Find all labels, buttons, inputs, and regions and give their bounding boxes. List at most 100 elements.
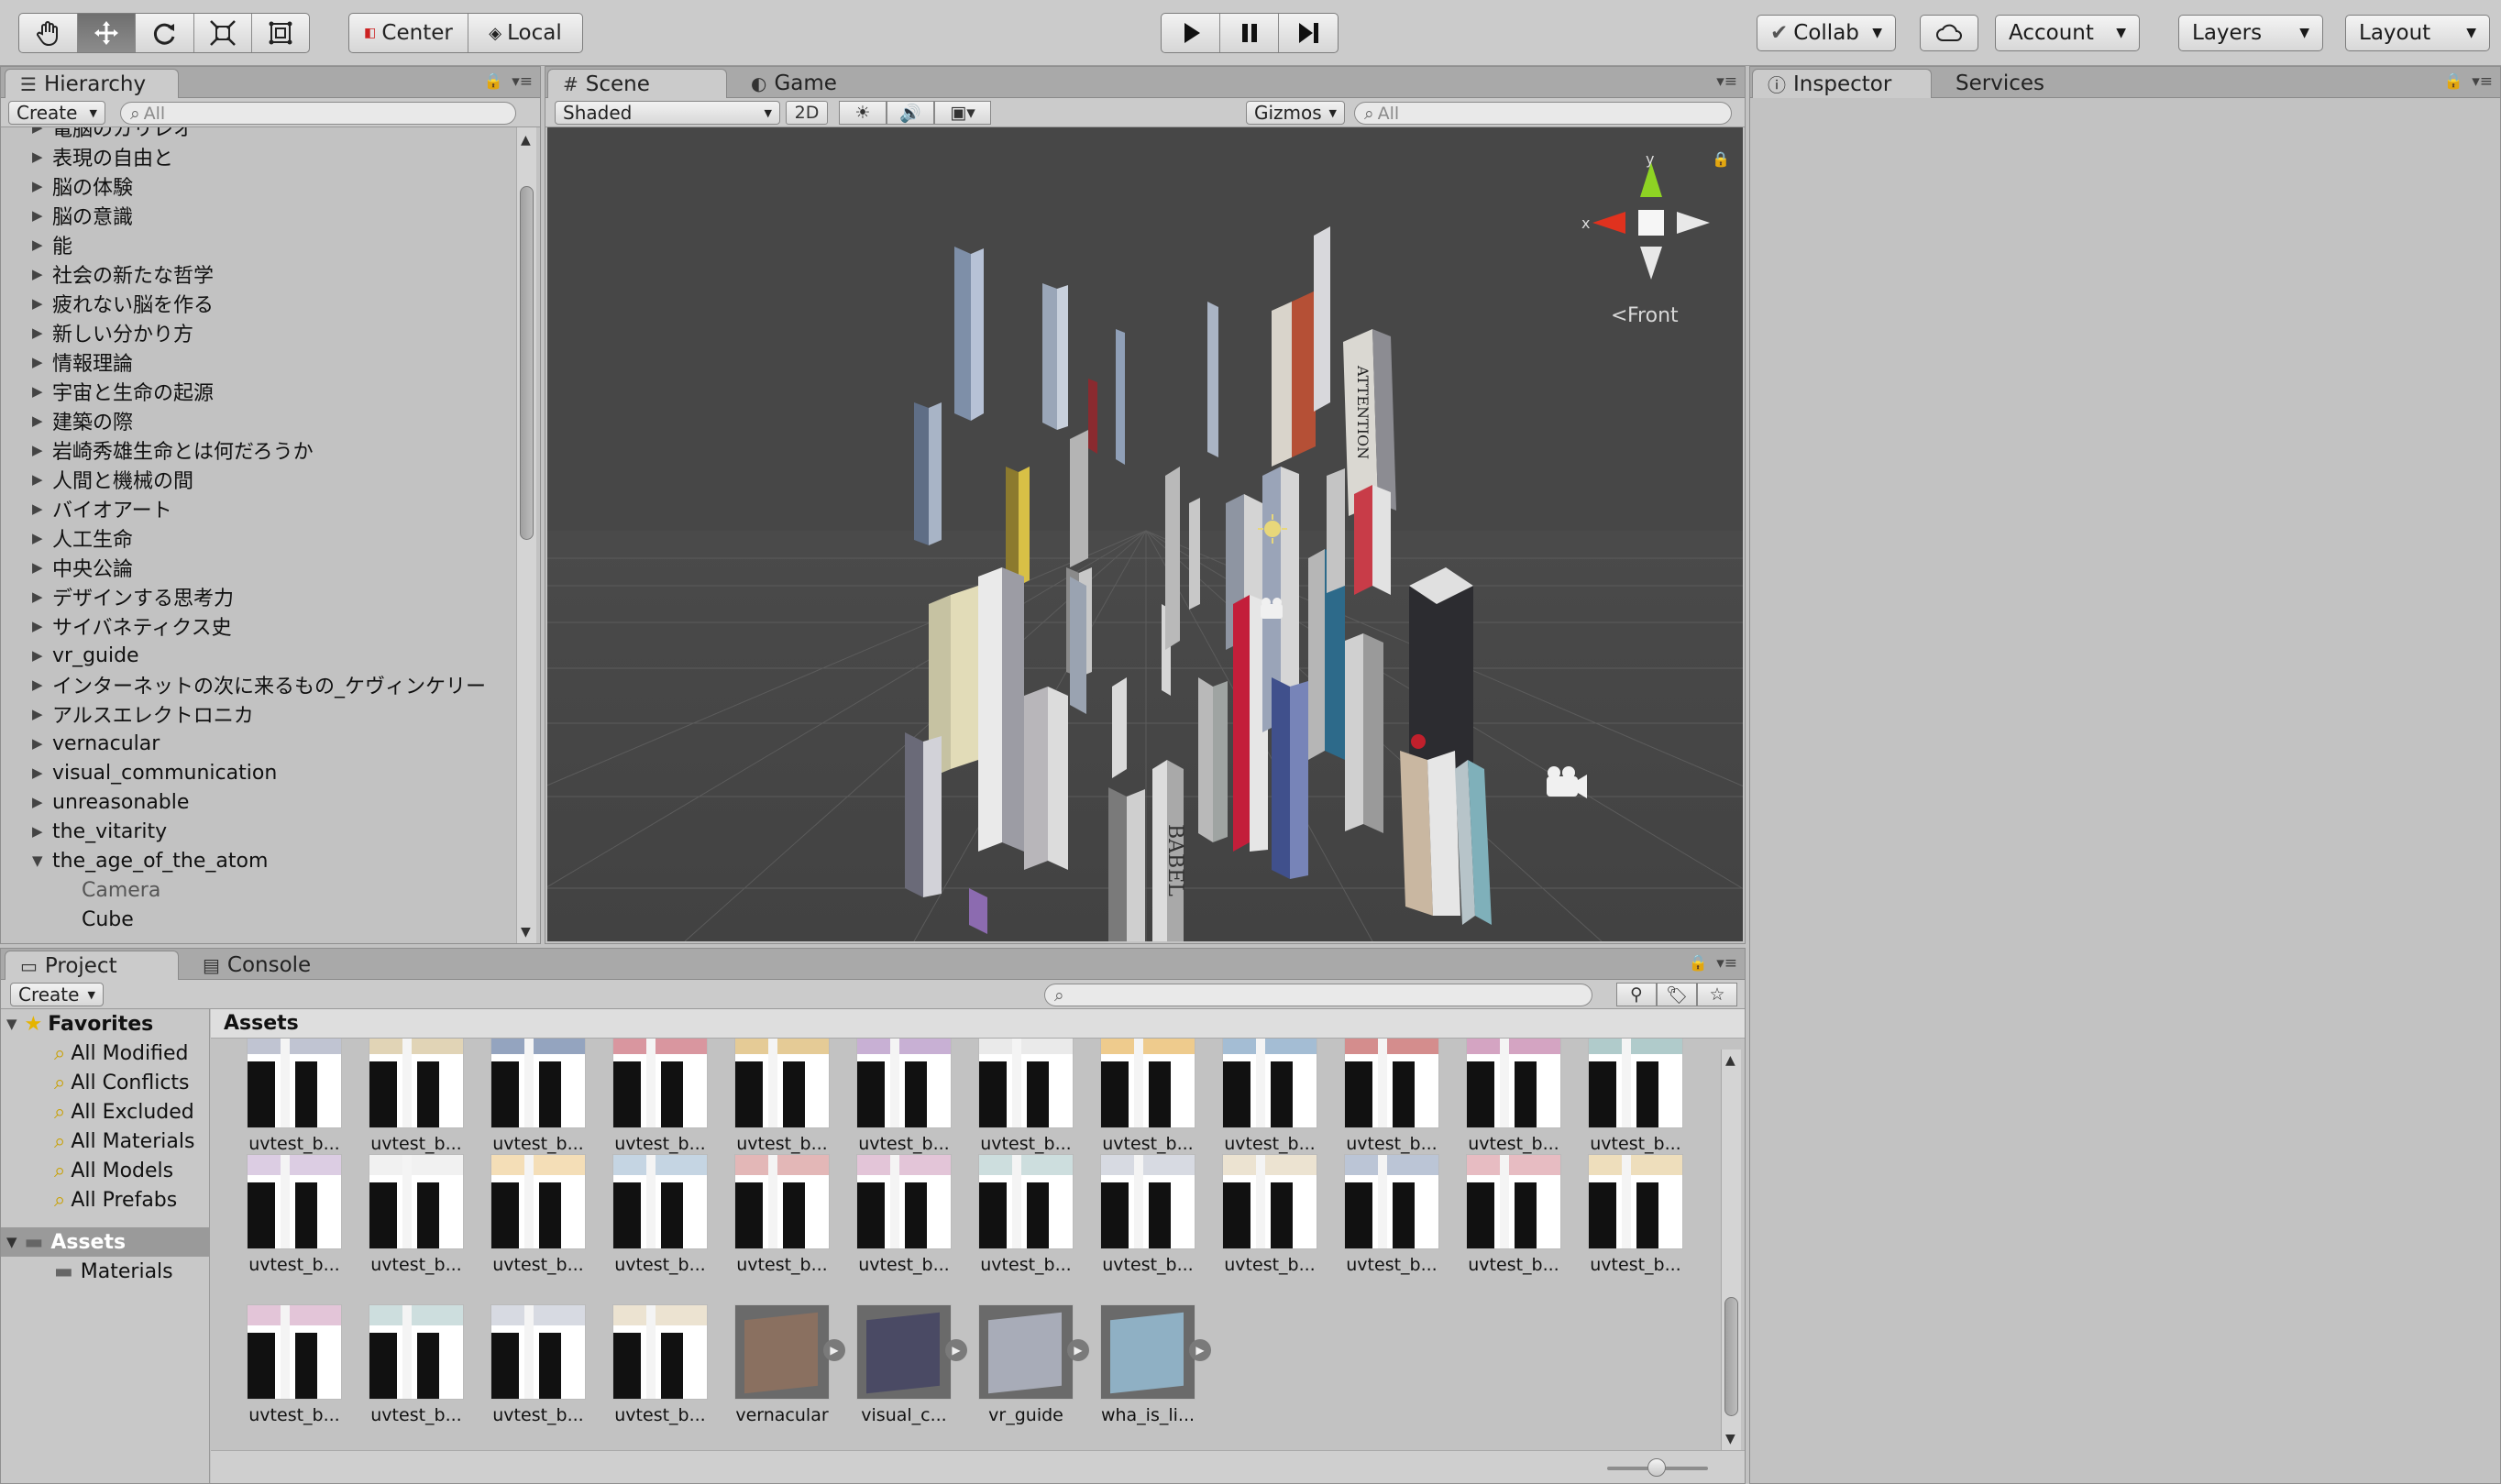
favorites-header[interactable]: ▼ ★ Favorites — [1, 1009, 209, 1039]
hierarchy-item[interactable]: ▶ 中央公論 — [1, 553, 514, 582]
collapsed-arrow-icon[interactable]: ▶ — [32, 266, 52, 282]
assets-folder-row[interactable]: ▼ ▬ Assets — [1, 1227, 209, 1257]
asset-item[interactable]: uvtest_b... — [1463, 1154, 1564, 1282]
asset-item[interactable]: uvtest_b... — [610, 1039, 711, 1161]
filter-by-type-icon[interactable]: ⚲ — [1616, 983, 1657, 1006]
hierarchy-item[interactable]: ▶ vr_guide — [1, 641, 514, 670]
asset-item[interactable]: uvtest_b... — [854, 1039, 954, 1161]
tab-scene[interactable]: # Scene — [547, 69, 727, 98]
move-tool-icon[interactable] — [77, 14, 137, 52]
expand-arrow-icon[interactable]: ▶ — [945, 1339, 967, 1361]
collapsed-arrow-icon[interactable]: ▶ — [32, 442, 52, 458]
expand-arrow-icon[interactable]: ▶ — [823, 1339, 845, 1361]
tab-services[interactable]: Services — [1941, 69, 2078, 98]
scene-search-input[interactable]: ⌕ All — [1354, 102, 1732, 125]
collapsed-arrow-icon[interactable]: ▶ — [32, 764, 52, 781]
scroll-up-icon[interactable]: ▲ — [1725, 1053, 1735, 1068]
collapsed-arrow-icon[interactable]: ▶ — [32, 324, 52, 341]
hierarchy-item[interactable]: ▶ インターネットの次に来るもの_ケヴィンケリー — [1, 670, 514, 699]
collapsed-arrow-icon[interactable]: ▶ — [32, 471, 52, 488]
asset-item[interactable]: uvtest_b... — [1463, 1039, 1564, 1161]
hierarchy-item[interactable]: ▶ 人工生命 — [1, 523, 514, 553]
play-icon[interactable] — [1162, 14, 1220, 52]
effects-toggle-icon[interactable]: ▣▾ — [934, 101, 991, 125]
asset-item[interactable]: uvtest_b... — [1341, 1154, 1442, 1282]
hierarchy-item[interactable]: ▶ 建築の際 — [1, 406, 514, 435]
asset-item[interactable]: uvtest_b... — [488, 1304, 589, 1433]
lock-icon[interactable]: 🔒 — [2444, 72, 2463, 91]
hierarchy-item[interactable]: ▶ デザインする思考力 — [1, 582, 514, 611]
expanded-arrow-icon[interactable]: ▼ — [32, 852, 52, 869]
expand-arrow-icon[interactable]: ▶ — [1189, 1339, 1211, 1361]
hierarchy-search-input[interactable]: ⌕ All — [120, 102, 516, 125]
asset-item[interactable]: ▶ vr_guide — [975, 1304, 1089, 1433]
asset-item[interactable]: ▶ vernacular — [732, 1304, 845, 1433]
collapsed-arrow-icon[interactable]: ▶ — [32, 207, 52, 224]
hierarchy-item[interactable]: ▶ 情報理論 — [1, 347, 514, 377]
hierarchy-item[interactable]: ▶ 疲れない脳を作る — [1, 289, 514, 318]
lock-icon[interactable]: 🔒 — [484, 72, 503, 91]
favorite-item[interactable]: ⌕ All Conflicts — [1, 1068, 209, 1097]
favorite-item[interactable]: ⌕ All Modified — [1, 1039, 209, 1068]
hierarchy-item[interactable]: ▶ 新しい分かり方 — [1, 318, 514, 347]
hierarchy-item[interactable]: ▶ 脳の意識 — [1, 201, 514, 230]
hierarchy-item[interactable]: ▶ 電脳のガリレオ — [1, 127, 514, 142]
hierarchy-create-dropdown[interactable]: Create ▼ — [8, 101, 105, 125]
panel-menu-icon[interactable]: ▾≡ — [512, 72, 533, 91]
favorite-item[interactable]: ⌕ All Models — [1, 1156, 209, 1185]
asset-item[interactable]: uvtest_b... — [244, 1304, 345, 1433]
asset-item[interactable]: uvtest_b... — [610, 1154, 711, 1282]
asset-item[interactable]: uvtest_b... — [610, 1304, 711, 1433]
hierarchy-item[interactable]: ▶ アルスエレクトロニカ — [1, 699, 514, 729]
collapsed-arrow-icon[interactable]: ▶ — [32, 706, 52, 722]
tab-hierarchy[interactable]: ☰ Hierarchy — [5, 69, 179, 98]
pivot-center-button[interactable]: ◧ Center — [349, 14, 468, 52]
lighting-toggle-icon[interactable]: ☀ — [839, 101, 887, 125]
hierarchy-scrollbar[interactable]: ▲ ▼ — [516, 127, 536, 943]
hierarchy-item[interactable]: ▶ the_vitarity — [1, 817, 514, 846]
lock-icon[interactable]: 🔒 — [1689, 954, 1708, 973]
collapsed-arrow-icon[interactable]: ▶ — [32, 647, 52, 664]
scale-tool-icon[interactable] — [194, 14, 253, 52]
expand-arrow-icon[interactable]: ▶ — [1067, 1339, 1089, 1361]
step-icon[interactable] — [1279, 14, 1338, 52]
hierarchy-item[interactable]: ▶ サイバネティクス史 — [1, 611, 514, 641]
collapsed-arrow-icon[interactable]: ▶ — [32, 127, 52, 136]
hierarchy-child-item[interactable]: Cube — [1, 905, 514, 934]
asset-item[interactable]: uvtest_b... — [244, 1154, 345, 1282]
collapsed-arrow-icon[interactable]: ▶ — [32, 559, 52, 576]
asset-item[interactable]: uvtest_b... — [732, 1154, 832, 1282]
pause-icon[interactable] — [1220, 14, 1279, 52]
hierarchy-item[interactable]: ▶ 社会の新たな哲学 — [1, 259, 514, 289]
asset-item[interactable]: uvtest_b... — [854, 1154, 954, 1282]
collapsed-arrow-icon[interactable]: ▶ — [32, 500, 52, 517]
asset-item[interactable]: uvtest_b... — [1097, 1039, 1198, 1161]
favorite-item[interactable]: ⌕ All Materials — [1, 1127, 209, 1156]
hierarchy-item[interactable]: ▼ the_age_of_the_atom — [1, 846, 514, 875]
hierarchy-child-item[interactable]: Camera — [1, 875, 514, 905]
collapsed-arrow-icon[interactable]: ▶ — [32, 588, 52, 605]
asset-item[interactable]: uvtest_b... — [366, 1154, 467, 1282]
scroll-down-icon[interactable]: ▼ — [1725, 1432, 1735, 1446]
asset-item[interactable]: ▶ wha_is_li... — [1097, 1304, 1211, 1433]
collapsed-arrow-icon[interactable]: ▶ — [32, 735, 52, 752]
collapsed-arrow-icon[interactable]: ▶ — [32, 412, 52, 429]
asset-item[interactable]: uvtest_b... — [1219, 1039, 1320, 1161]
thumbnail-size-slider-handle[interactable] — [1647, 1458, 1666, 1477]
account-dropdown[interactable]: Account ▼ — [1995, 15, 2140, 51]
collapsed-arrow-icon[interactable]: ▶ — [32, 530, 52, 546]
collapsed-arrow-icon[interactable]: ▶ — [32, 178, 52, 194]
cloud-button[interactable] — [1920, 15, 1978, 51]
tab-game[interactable]: ◐ Game — [736, 69, 874, 98]
favorite-item[interactable]: ⌕ All Excluded — [1, 1097, 209, 1127]
rotate-tool-icon[interactable] — [136, 14, 194, 52]
hierarchy-item[interactable]: ▶ 能 — [1, 230, 514, 259]
collapsed-arrow-icon[interactable]: ▶ — [32, 383, 52, 400]
panel-menu-icon[interactable]: ▾≡ — [1716, 954, 1737, 973]
hierarchy-item[interactable]: ▶ 人間と機械の間 — [1, 465, 514, 494]
collapsed-arrow-icon[interactable]: ▶ — [32, 618, 52, 634]
hierarchy-item[interactable]: ▶ vernacular — [1, 729, 514, 758]
assets-header-label[interactable]: Assets — [224, 1012, 299, 1035]
collapsed-arrow-icon[interactable]: ▶ — [32, 794, 52, 810]
asset-item[interactable]: uvtest_b... — [488, 1039, 589, 1161]
